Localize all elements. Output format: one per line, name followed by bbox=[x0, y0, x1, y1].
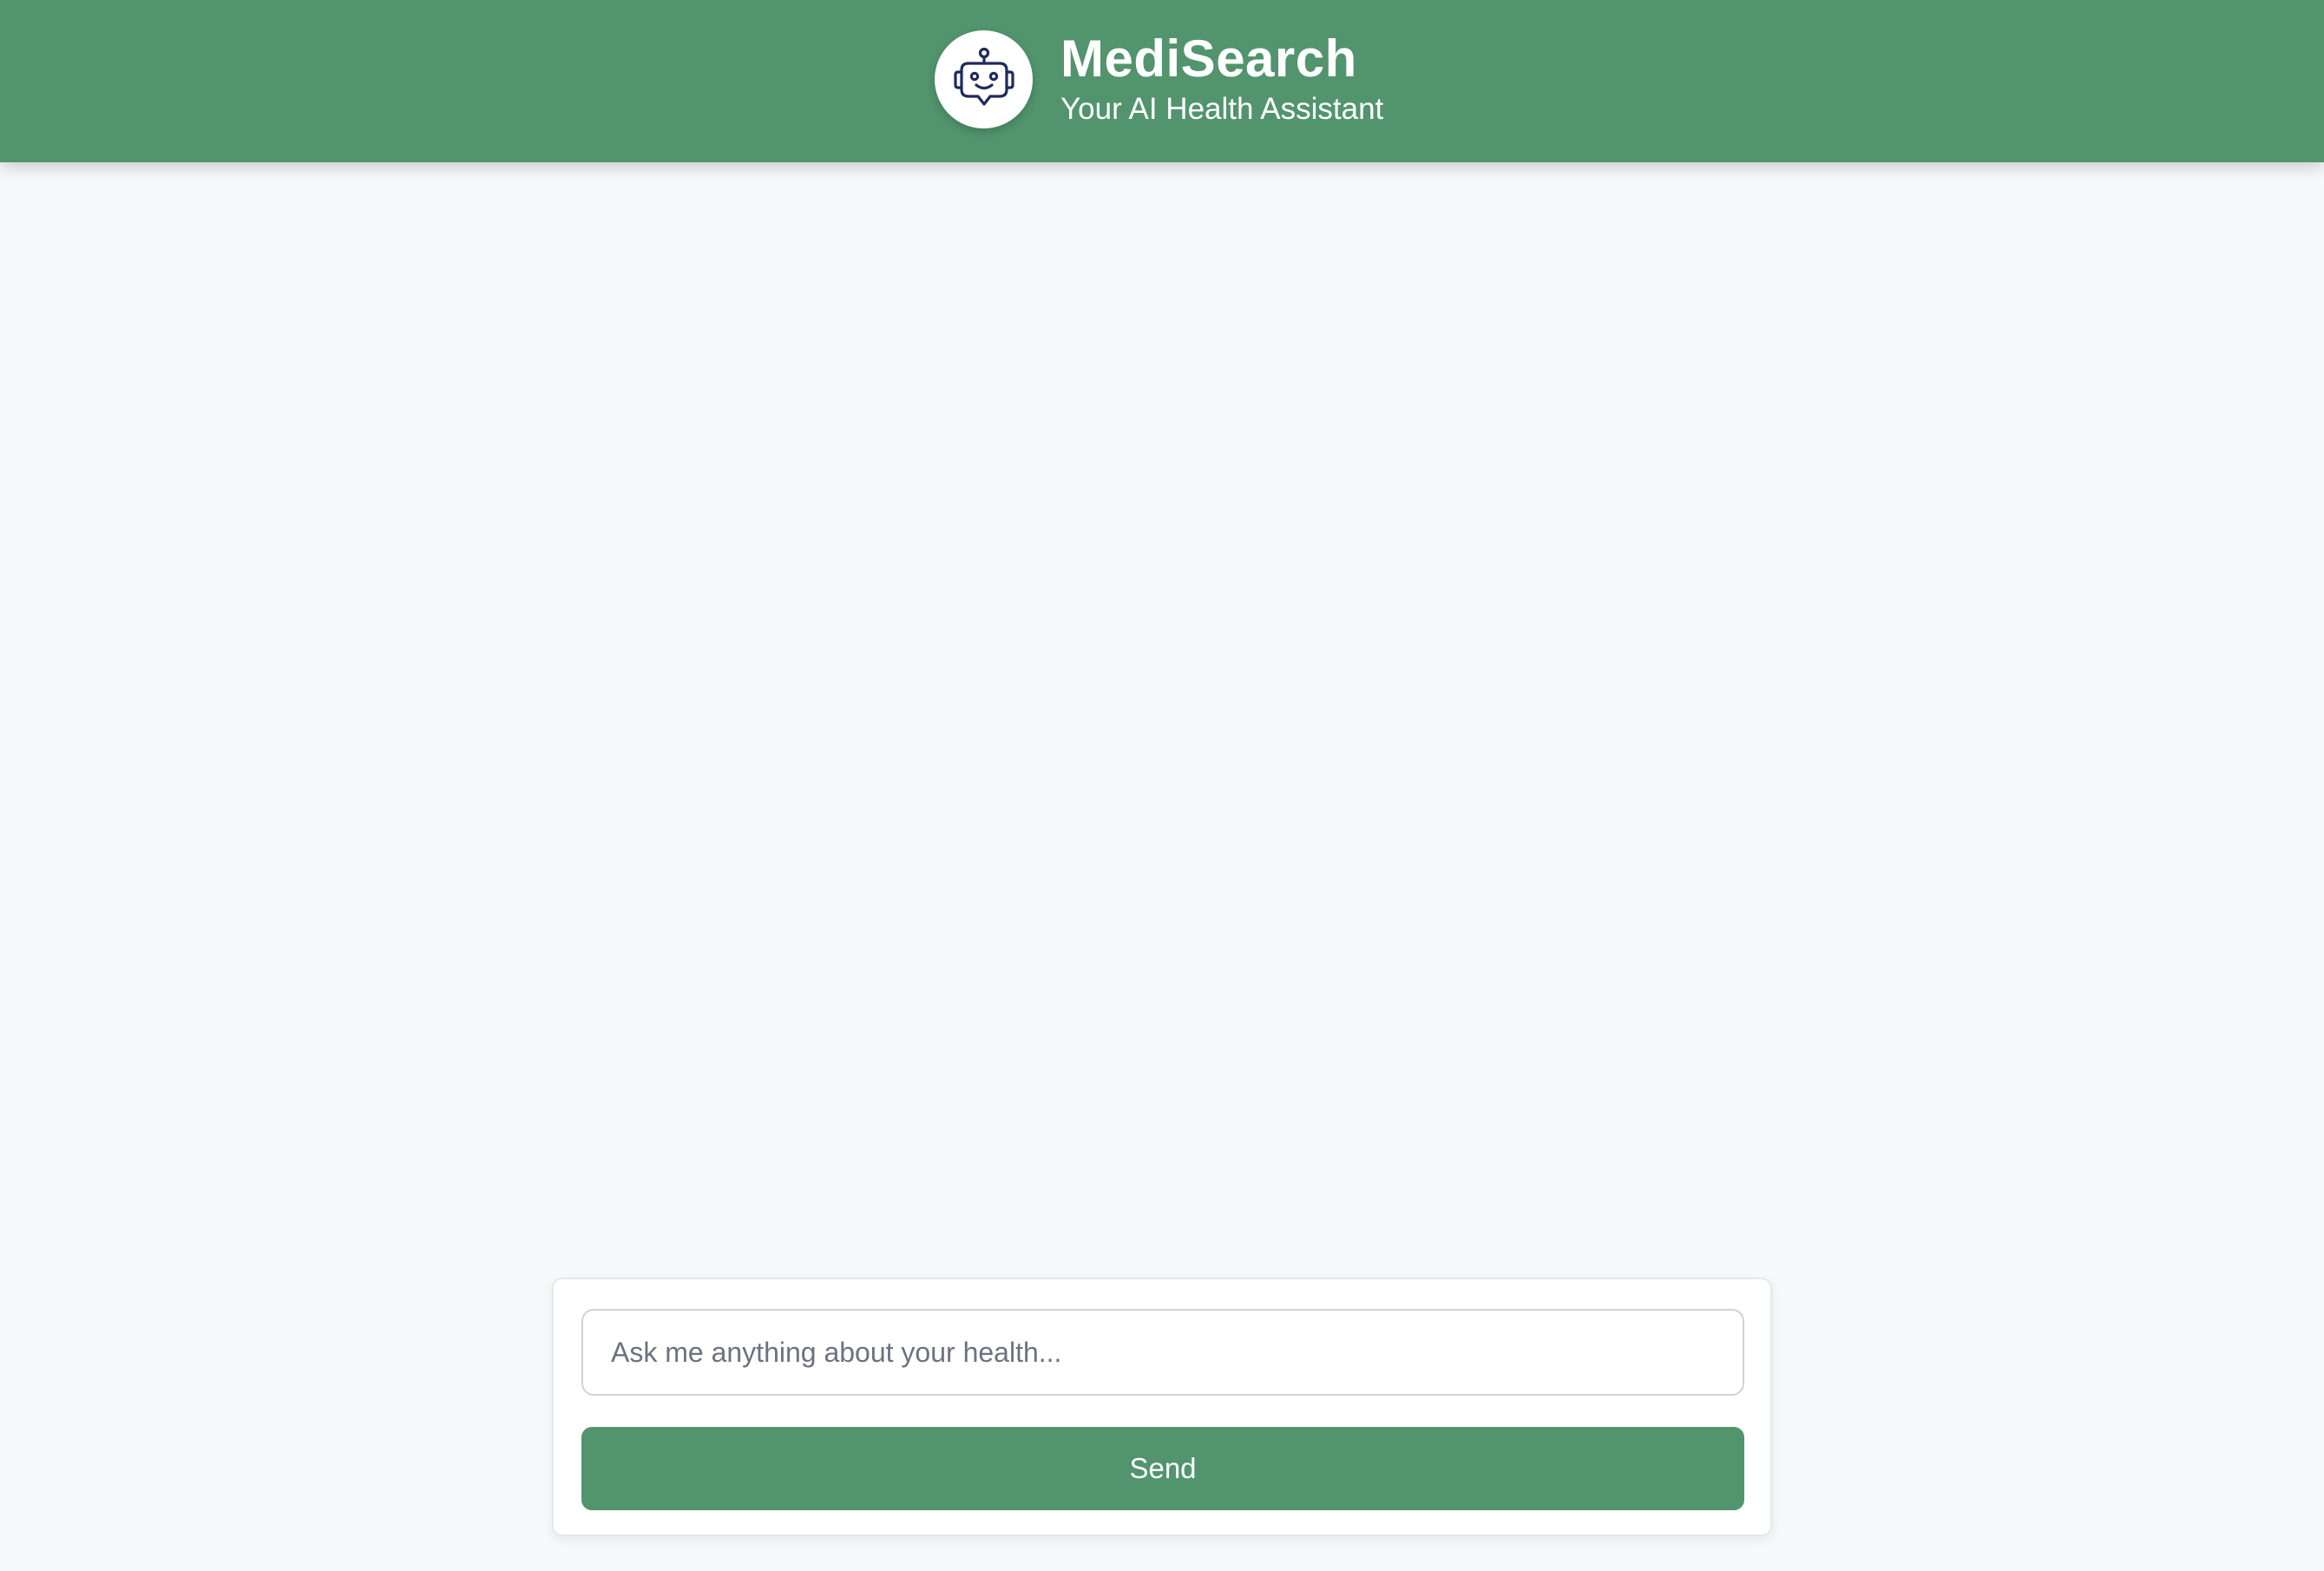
health-question-input[interactable] bbox=[581, 1309, 1744, 1396]
send-button[interactable]: Send bbox=[581, 1427, 1744, 1510]
brand: MediSearch Your AI Health Assistant bbox=[935, 30, 1383, 128]
app-title: MediSearch bbox=[1060, 30, 1357, 88]
robot-chat-icon bbox=[935, 30, 1033, 128]
brand-titles: MediSearch Your AI Health Assistant bbox=[1060, 30, 1383, 128]
chat-messages-area[interactable] bbox=[0, 162, 2324, 1278]
message-composer: Send bbox=[552, 1278, 1772, 1536]
app-header: MediSearch Your AI Health Assistant bbox=[0, 0, 2324, 162]
app-subtitle: Your AI Health Assistant bbox=[1060, 92, 1384, 126]
